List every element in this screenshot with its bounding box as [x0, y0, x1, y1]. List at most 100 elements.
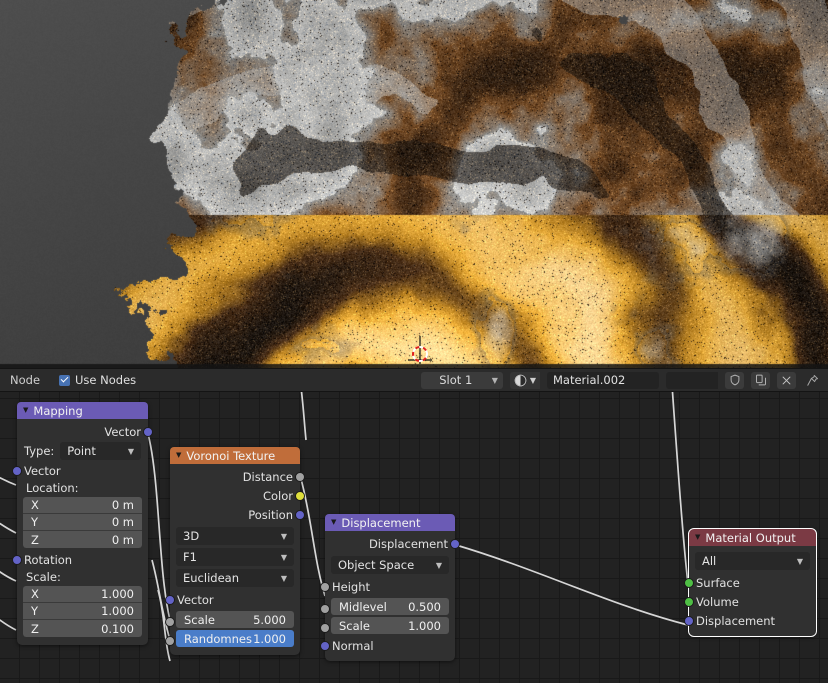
location-x-label: X: [31, 498, 39, 512]
collapse-triangle-icon[interactable]: ▼: [176, 452, 181, 459]
socket-input-volume[interactable]: [684, 596, 694, 607]
socket-input-displacement[interactable]: [684, 615, 694, 626]
socket-output-distance[interactable]: [295, 471, 305, 482]
scale-y-label: Y: [31, 604, 39, 618]
chevron-down-icon: ▼: [280, 573, 287, 583]
collapse-triangle-icon[interactable]: ▼: [331, 519, 336, 526]
shield-icon[interactable]: [725, 371, 744, 389]
render-preview: [0, 0, 828, 368]
node-mapping[interactable]: ▼ Mapping Vector Type: Point ▼ Vector Lo…: [12, 402, 153, 645]
scale-value: 1.000: [408, 618, 441, 633]
dimension-dropdown[interactable]: 3D ▼: [176, 527, 294, 545]
3d-viewport[interactable]: [0, 0, 828, 368]
randomness-field[interactable]: Randomnes 1.000: [176, 630, 294, 647]
scale-field[interactable]: Scale 1.000: [331, 617, 449, 634]
input-vector-label: Vector: [24, 463, 61, 478]
rotation-label: Rotation: [24, 552, 73, 567]
socket-input-scale[interactable]: [165, 617, 175, 627]
socket-input-rotation[interactable]: [12, 554, 22, 565]
input-vector[interactable]: Vector: [12, 461, 148, 480]
node-voronoi-title: Voronoi Texture: [186, 448, 276, 463]
location-caption: Location:: [26, 481, 79, 495]
node-displacement-header[interactable]: ▼ Displacement: [325, 514, 455, 531]
socket-output-displacement[interactable]: [450, 538, 460, 549]
location-x-value: 0 m: [111, 498, 134, 512]
use-nodes-checkbox[interactable]: Use Nodes: [59, 373, 136, 387]
output-vector[interactable]: Vector: [17, 422, 153, 441]
distance-metric-dropdown[interactable]: Euclidean ▼: [176, 569, 294, 587]
node-voronoi-header[interactable]: ▼ Voronoi Texture: [170, 447, 300, 464]
target-dropdown[interactable]: All ▼: [695, 552, 810, 570]
socket-input-midlevel[interactable]: [320, 604, 330, 614]
volume-label: Volume: [696, 594, 739, 609]
input-vector[interactable]: Vector: [165, 590, 300, 609]
output-displacement-label: Displacement: [368, 536, 448, 551]
output-distance-label: Distance: [242, 469, 293, 484]
material-users-field[interactable]: [666, 371, 718, 389]
node-material-output-header[interactable]: ▼ Material Output: [689, 529, 816, 546]
socket-output-vector[interactable]: [143, 426, 153, 437]
location-y-field[interactable]: Y 0 m: [23, 514, 142, 531]
node-editor-canvas[interactable]: ▼ Mapping Vector Type: Point ▼ Vector Lo…: [0, 392, 828, 683]
randomness-value: 1.000: [253, 631, 286, 646]
node-voronoi-texture[interactable]: ▼ Voronoi Texture Distance Color Positio…: [165, 447, 305, 655]
socket-input-normal[interactable]: [320, 640, 330, 651]
midlevel-field[interactable]: Midlevel 0.500: [331, 598, 449, 615]
socket-output-position[interactable]: [295, 509, 305, 520]
socket-input-vector[interactable]: [165, 594, 175, 605]
location-y-label: Y: [31, 515, 39, 529]
scale-y-field[interactable]: Y 1.000: [23, 603, 142, 620]
input-displacement[interactable]: Displacement: [684, 611, 816, 630]
pin-icon[interactable]: [803, 372, 822, 389]
scale-field[interactable]: Scale 5.000: [176, 611, 294, 628]
output-position[interactable]: Position: [170, 505, 305, 524]
midlevel-value: 0.500: [408, 599, 441, 614]
location-z-label: Z: [31, 532, 39, 547]
input-volume[interactable]: Volume: [684, 592, 816, 611]
normal-label: Normal: [332, 638, 374, 653]
close-icon[interactable]: [777, 371, 796, 389]
input-rotation[interactable]: Rotation: [12, 550, 148, 569]
input-surface[interactable]: Surface: [684, 573, 816, 592]
node-menu[interactable]: Node: [6, 372, 44, 388]
space-dropdown[interactable]: Object Space ▼: [331, 556, 449, 574]
socket-input-scale[interactable]: [320, 623, 330, 633]
node-mapping-header[interactable]: ▼ Mapping: [17, 402, 148, 419]
input-height[interactable]: Height: [320, 577, 455, 596]
node-mapping-title: Mapping: [33, 403, 83, 418]
socket-input-randomness[interactable]: [165, 636, 175, 646]
copy-icon[interactable]: [751, 371, 770, 389]
chevron-down-icon: ▼: [491, 375, 498, 385]
material-browse-dropdown[interactable]: ▼: [509, 371, 540, 389]
collapse-triangle-icon[interactable]: ▼: [23, 407, 28, 414]
socket-input-vector[interactable]: [12, 465, 22, 476]
location-x-field[interactable]: X 0 m: [23, 497, 142, 514]
output-displacement[interactable]: Displacement: [325, 534, 460, 553]
scale-x-value: 1.000: [101, 587, 134, 601]
chevron-down-icon: ▼: [280, 531, 287, 541]
node-material-output-body: All ▼ Surface Volume Displacement: [684, 546, 816, 636]
material-slot-dropdown[interactable]: Slot 1 ▼: [420, 371, 503, 389]
output-distance[interactable]: Distance: [170, 467, 305, 486]
surface-label: Surface: [696, 575, 740, 590]
location-z-field[interactable]: Z 0 m: [23, 531, 142, 548]
scale-value: 5.000: [253, 612, 286, 627]
height-label: Height: [332, 579, 371, 594]
scale-x-field[interactable]: X 1.000: [23, 586, 142, 603]
scale-label: Scale: [339, 618, 370, 633]
socket-input-height[interactable]: [320, 581, 330, 592]
output-color-label: Color: [262, 488, 293, 503]
collapse-triangle-icon[interactable]: ▼: [695, 534, 700, 541]
output-color[interactable]: Color: [170, 486, 305, 505]
feature-dropdown[interactable]: F1 ▼: [176, 548, 294, 566]
socket-output-color[interactable]: [295, 490, 305, 501]
node-displacement[interactable]: ▼ Displacement Displacement Object Space…: [320, 514, 460, 661]
type-dropdown[interactable]: Point ▼: [60, 442, 141, 460]
node-material-output[interactable]: ▼ Material Output All ▼ Surface Volume D…: [684, 528, 817, 637]
scale-z-field[interactable]: Z 0.100: [23, 620, 142, 637]
blender-window: Node Use Nodes Slot 1 ▼ ▼ Material.002 ▼…: [0, 0, 828, 683]
socket-input-surface[interactable]: [684, 577, 694, 588]
input-normal[interactable]: Normal: [320, 636, 455, 655]
material-name-field[interactable]: Material.002: [547, 371, 659, 389]
location-y-value: 0 m: [111, 515, 134, 529]
